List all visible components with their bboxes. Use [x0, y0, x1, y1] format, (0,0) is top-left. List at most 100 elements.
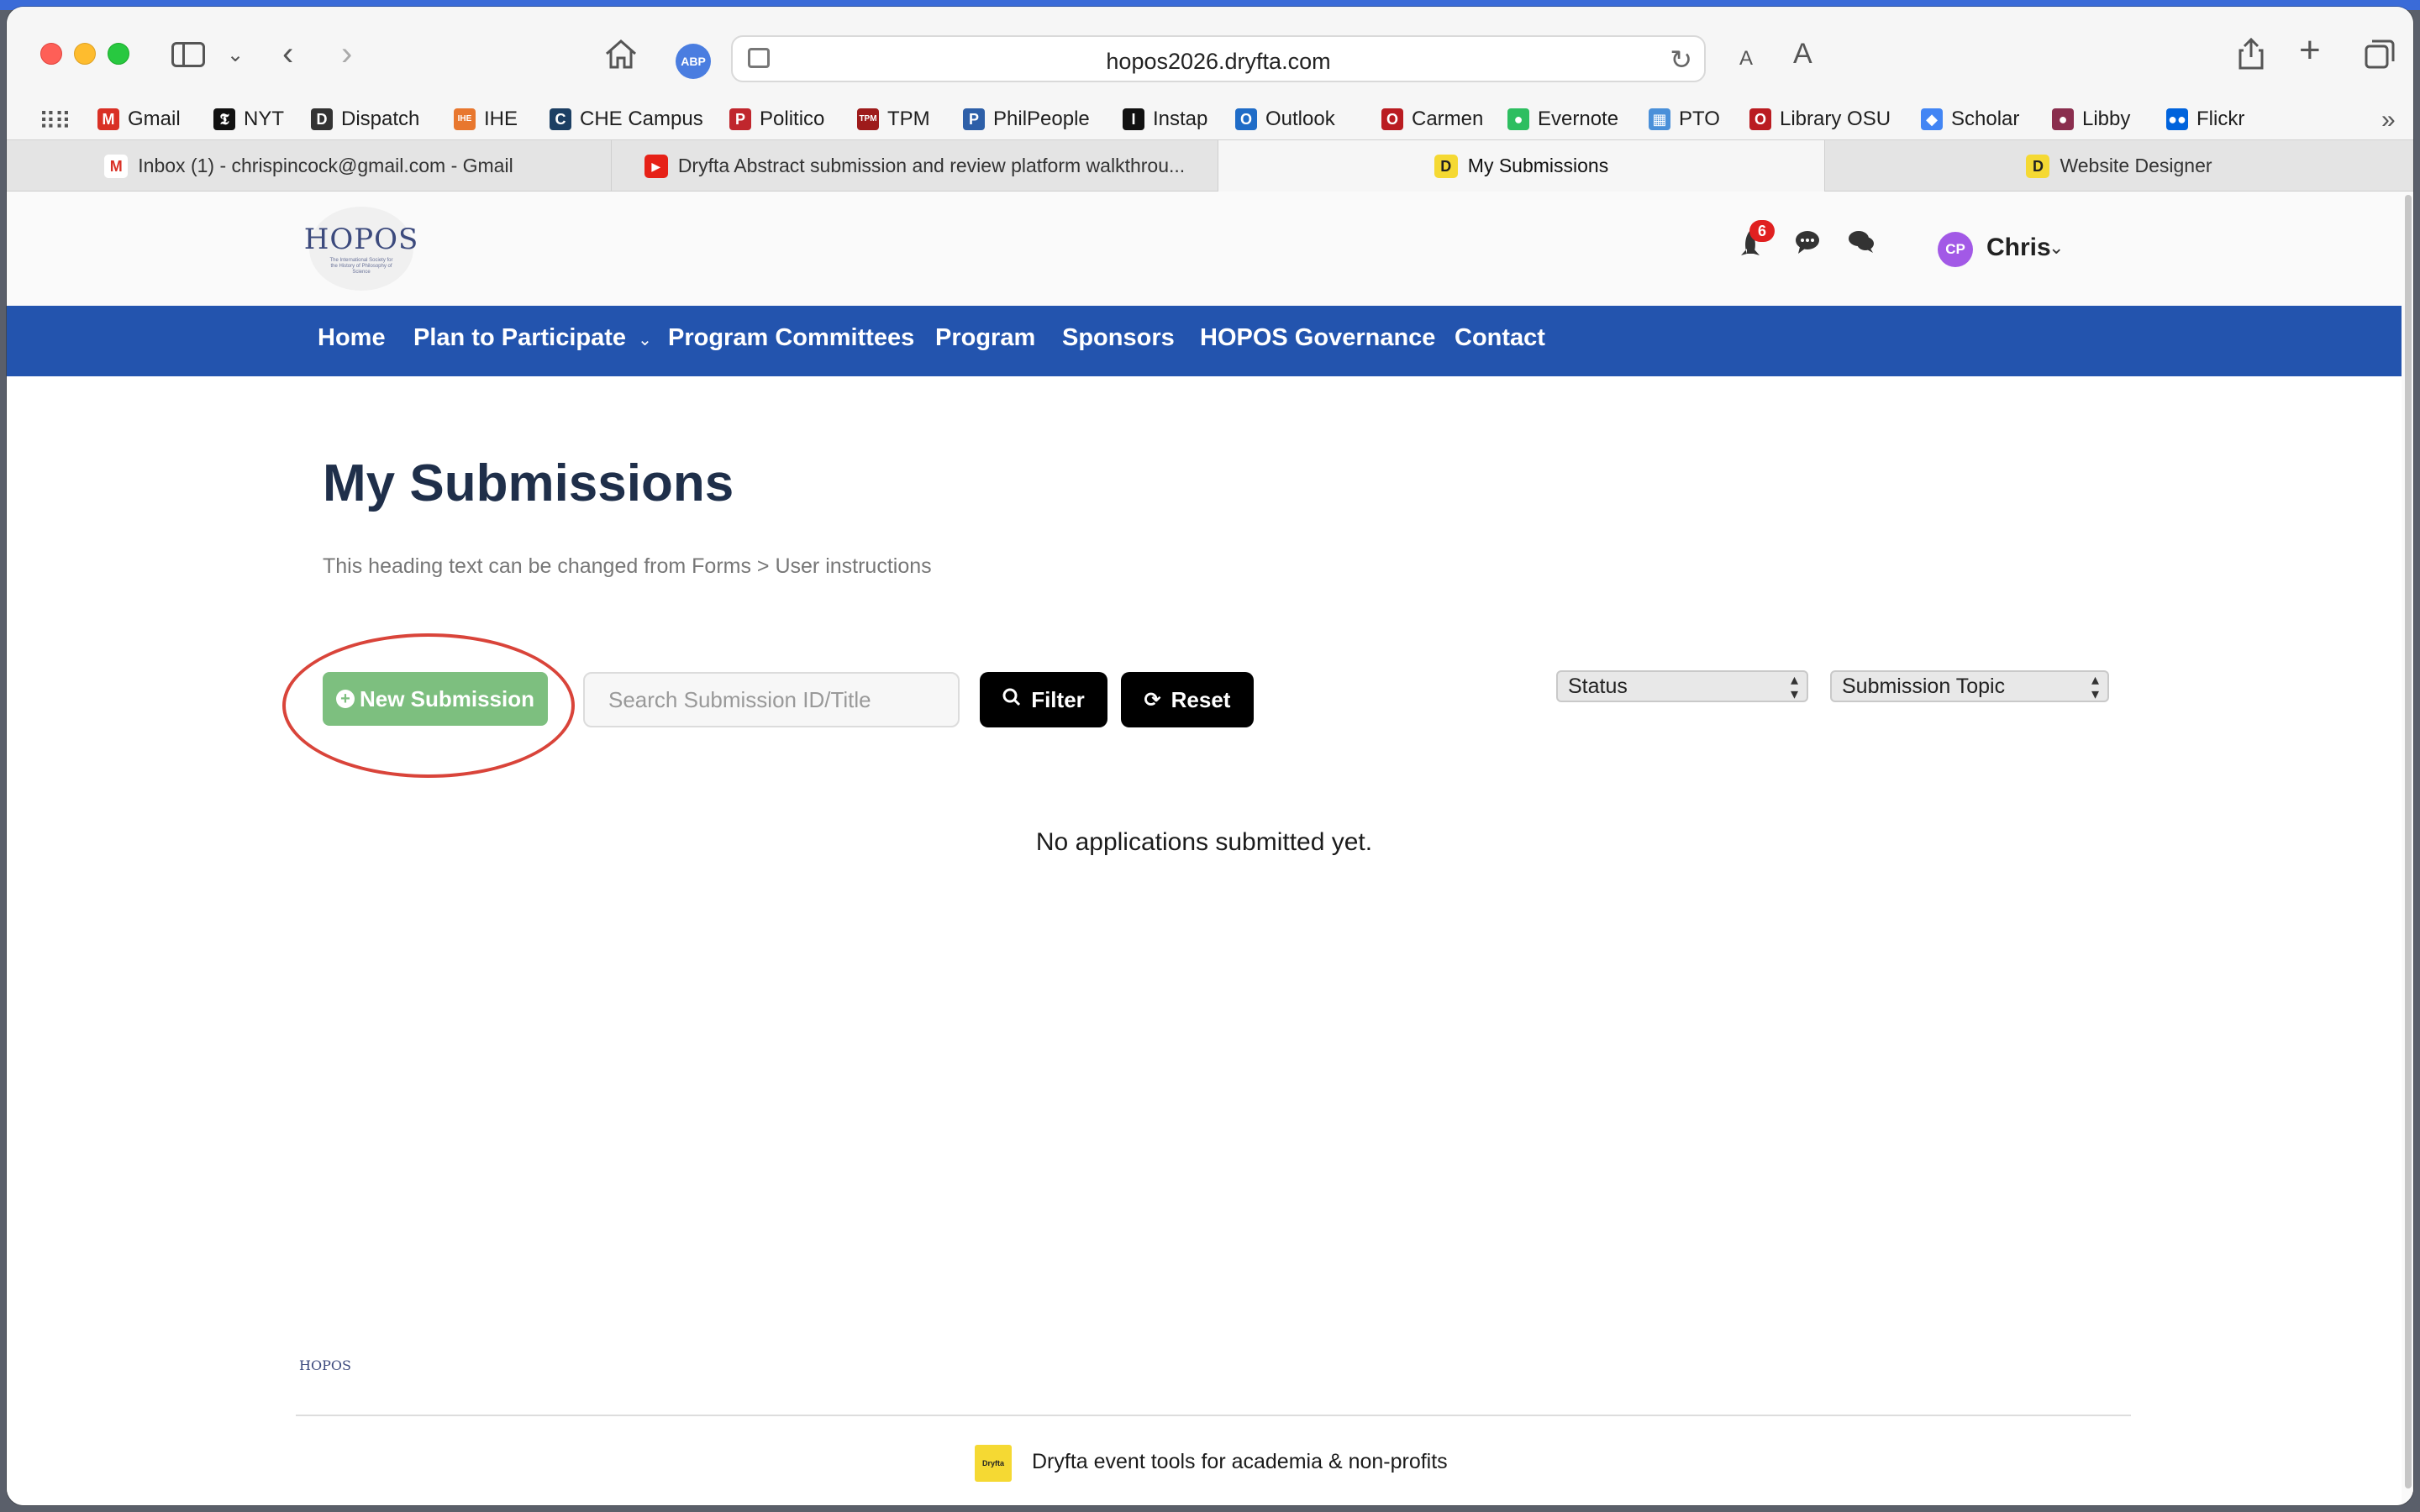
new-tab-icon[interactable]: +	[2299, 32, 2321, 69]
refresh-icon: ⟳	[1144, 688, 1161, 711]
plus-circle-icon: +	[335, 690, 355, 708]
bookmark-label: Flickr	[2196, 108, 2245, 130]
bookmark-library-osu[interactable]: O Library OSU	[1749, 104, 1891, 134]
scrollbar[interactable]	[2402, 192, 2413, 1505]
reload-icon[interactable]: ↻	[1670, 44, 1692, 76]
submission-topic-select[interactable]: Submission Topic ▴ ▾	[1830, 670, 2109, 702]
dryfta-logo[interactable]: Dryfta	[975, 1445, 1012, 1482]
nav-contact[interactable]: Contact	[1455, 324, 1545, 352]
close-window-button[interactable]	[40, 43, 62, 65]
tab-overview-icon[interactable]	[2363, 37, 2396, 78]
tab-label: Dryfta Abstract submission and review pl…	[677, 155, 1186, 176]
tab-label: My Submissions	[1467, 155, 1609, 176]
minimize-window-button[interactable]	[74, 43, 96, 65]
nav-home[interactable]: Home	[318, 324, 386, 352]
adblock-icon[interactable]: ABP	[676, 44, 711, 79]
sidebar-toggle-icon[interactable]	[171, 42, 205, 67]
chevron-down-icon: ⌄	[638, 331, 652, 349]
filter-button[interactable]: Filter	[980, 672, 1107, 727]
footer-text[interactable]: Dryfta event tools for academia & non-pr…	[1032, 1450, 1448, 1474]
library-osu-icon: O	[1749, 108, 1771, 130]
bookmark-label: Scholar	[1951, 108, 2020, 130]
main-nav: Home Plan to Participate ⌄ Program Commi…	[7, 306, 2402, 376]
bookmark-label: PTO	[1679, 108, 1720, 130]
bookmark-tpm[interactable]: TPM TPM	[857, 104, 930, 134]
logo-word: HOPOS	[303, 222, 419, 256]
philpeople-icon: P	[963, 108, 985, 130]
bookmark-scholar[interactable]: ◆ Scholar	[1921, 104, 2019, 134]
back-arrow-icon[interactable]: ‹	[282, 37, 293, 71]
bookmark-label: Dispatch	[341, 108, 420, 130]
bookmark-label: Library OSU	[1780, 108, 1891, 130]
maximize-window-button[interactable]	[108, 43, 129, 65]
bookmark-evernote[interactable]: ● Evernote	[1507, 104, 1618, 134]
filter-label: Filter	[1031, 686, 1085, 712]
bookmark-ihe[interactable]: IHE IHE	[454, 104, 518, 134]
page-title: My Submissions	[323, 454, 734, 512]
nav-plan-to-participate[interactable]: Plan to Participate ⌄	[413, 324, 652, 352]
more-bookmarks-icon[interactable]: »	[2381, 106, 2396, 134]
notification-badge: 6	[1749, 220, 1775, 242]
bookmark-instap[interactable]: I Instap	[1123, 104, 1207, 134]
browser-toolbar: ⌄ ‹ › ABP hopos2026.dryfta.com ↻ A A +	[7, 7, 2413, 101]
browser-window: ⌄ ‹ › ABP hopos2026.dryfta.com ↻ A A + ⠿…	[7, 7, 2413, 1505]
bookmark-libby[interactable]: ● Libby	[2052, 104, 2130, 134]
tpm-icon: TPM	[857, 108, 879, 130]
bookmark-gmail[interactable]: M Gmail	[97, 104, 181, 134]
bookmark-outlook[interactable]: O Outlook	[1235, 104, 1335, 134]
outlook-icon: O	[1235, 108, 1257, 130]
chevron-down-icon[interactable]: ⌄	[2049, 237, 2064, 259]
che-icon: C	[550, 108, 571, 130]
text-smaller-icon[interactable]: A	[1739, 42, 1753, 76]
bookmark-dispatch[interactable]: D Dispatch	[311, 104, 419, 134]
politico-icon: P	[729, 108, 751, 130]
tab-label: Inbox (1) - chrispincock@gmail.com - Gma…	[138, 155, 513, 176]
tab-website-designer[interactable]: D Website Designer	[1825, 140, 2413, 192]
new-submission-button[interactable]: + New Submission	[323, 672, 548, 726]
topic-select-value: Submission Topic	[1842, 675, 2006, 698]
user-name[interactable]: Chris	[1986, 234, 2051, 262]
evernote-icon: ●	[1507, 108, 1529, 130]
address-bar[interactable]: hopos2026.dryfta.com ↻	[731, 35, 1706, 82]
nav-program[interactable]: Program	[935, 324, 1035, 352]
tab-bar: M Inbox (1) - chrispincock@gmail.com - G…	[7, 139, 2413, 192]
apps-grid-icon[interactable]: ⠿⠿	[39, 108, 71, 135]
page-subtitle: This heading text can be changed from Fo…	[323, 554, 932, 578]
nav-program-committees[interactable]: Program Committees	[668, 324, 914, 352]
dryfta-icon: D	[1434, 154, 1458, 178]
status-select[interactable]: Status ▴ ▾	[1556, 670, 1808, 702]
web-page: HOPOS The International Society for the …	[7, 192, 2413, 1505]
bookmark-label: Outlook	[1265, 108, 1335, 130]
search-input[interactable]	[583, 672, 960, 727]
tab-youtube[interactable]: ▶ Dryfta Abstract submission and review …	[612, 140, 1218, 192]
site-header: HOPOS The International Society for the …	[7, 192, 2402, 306]
chat-icon[interactable]	[1793, 228, 1822, 263]
home-icon[interactable]	[603, 37, 639, 78]
bookmark-nyt[interactable]: 𝕿 NYT	[213, 104, 284, 134]
reset-button[interactable]: ⟳ Reset	[1121, 672, 1254, 727]
bookmark-label: Evernote	[1538, 108, 1619, 130]
messages-icon[interactable]	[1847, 228, 1876, 263]
bookmark-philpeople[interactable]: P PhilPeople	[963, 104, 1090, 134]
ihe-icon: IHE	[454, 108, 476, 130]
bookmark-flickr[interactable]: ●● Flickr	[2166, 104, 2244, 134]
tab-my-submissions[interactable]: D My Submissions	[1218, 140, 1825, 192]
share-icon[interactable]	[2237, 37, 2265, 78]
flickr-icon: ●●	[2166, 108, 2188, 130]
user-avatar[interactable]: CP	[1938, 232, 1973, 267]
tab-gmail[interactable]: M Inbox (1) - chrispincock@gmail.com - G…	[7, 140, 612, 192]
hopos-logo[interactable]: HOPOS The International Society for the …	[304, 207, 418, 291]
gmail-icon: M	[104, 154, 129, 178]
bookmark-pto[interactable]: ▦ PTO	[1649, 104, 1720, 134]
bookmark-politico[interactable]: P Politico	[729, 104, 824, 134]
bookmark-carmen[interactable]: O Carmen	[1381, 104, 1483, 134]
nav-hopos-governance[interactable]: HOPOS Governance	[1200, 324, 1435, 352]
bookmark-label: Libby	[2082, 108, 2131, 130]
forward-arrow-icon[interactable]: ›	[341, 37, 352, 71]
bookmark-che-campus[interactable]: C CHE Campus	[550, 104, 703, 134]
scrollbar-thumb[interactable]	[2405, 195, 2412, 1488]
chevron-down-icon[interactable]: ⌄	[227, 39, 244, 72]
footer-logo[interactable]: HOPOS	[299, 1357, 351, 1373]
text-larger-icon[interactable]: A	[1793, 37, 1812, 71]
nav-sponsors[interactable]: Sponsors	[1062, 324, 1175, 352]
